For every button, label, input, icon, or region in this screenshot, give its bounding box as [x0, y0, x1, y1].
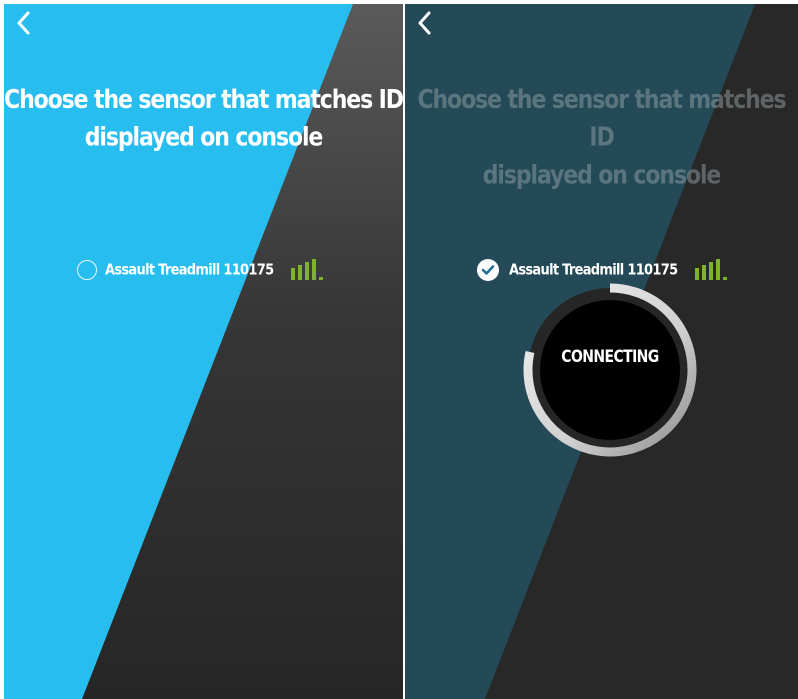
sensor-selection-screen: Choose the sensor that matches ID displa… [4, 4, 403, 699]
page-title: Choose the sensor that matches ID displa… [4, 82, 403, 158]
back-button[interactable] [415, 10, 437, 36]
title-line-2: displayed on console [84, 123, 324, 153]
sensor-option[interactable]: Assault Treadmill 110175 [477, 256, 733, 284]
connecting-screen: Choose the sensor that matches ID displa… [405, 4, 798, 699]
signal-strength-icon [291, 259, 324, 280]
title-line-1: Choose the sensor that matches ID [4, 85, 403, 116]
connecting-status: CONNECTING [561, 347, 659, 367]
title-line-1: Choose the sensor that matches ID [417, 85, 786, 153]
checkmark-circle-icon[interactable] [477, 259, 499, 281]
chevron-left-icon [418, 11, 431, 35]
signal-strength-icon [695, 259, 728, 280]
chevron-left-icon [17, 11, 30, 35]
connecting-indicator: CONNECTING [522, 282, 698, 458]
page-title: Choose the sensor that matches ID displa… [405, 82, 798, 195]
progress-ring [523, 283, 697, 457]
sensor-option[interactable]: Assault Treadmill 110175 [77, 256, 329, 284]
title-line-2: displayed on console [482, 161, 722, 191]
back-button[interactable] [14, 10, 36, 36]
radio-empty-icon[interactable] [77, 260, 97, 280]
sensor-label: Assault Treadmill 110175 [509, 261, 678, 279]
sensor-label: Assault Treadmill 110175 [105, 261, 274, 279]
